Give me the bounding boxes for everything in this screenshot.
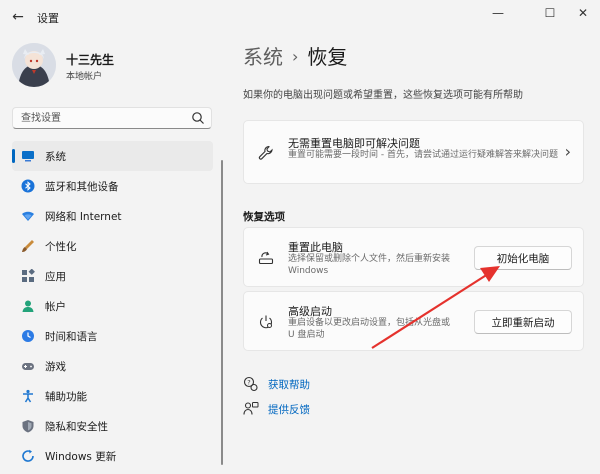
page-description: 如果你的电脑出现问题或希望重置，这些恢复选项可能有所帮助 <box>243 90 523 101</box>
gaming-icon <box>22 363 34 370</box>
sidebar-item-label: 游戏 <box>45 361 66 373</box>
sidebar-item-label: Windows 更新 <box>45 451 117 463</box>
search-input[interactable] <box>13 108 188 128</box>
section-title-recovery-options: 恢复选项 <box>243 211 285 223</box>
sidebar-item-label: 蓝牙和其他设备 <box>45 181 119 193</box>
apps-icon <box>22 269 35 282</box>
troubleshoot-card[interactable]: 无需重置电脑即可解决问题 重置可能需要一段时间 - 首先，请尝试通过运行疑难解答… <box>243 120 584 184</box>
chevron-right-icon: › <box>564 142 571 161</box>
minimize-icon: — <box>492 6 504 20</box>
back-button[interactable]: ← <box>8 7 28 27</box>
sidebar-item-label: 辅助功能 <box>45 391 87 403</box>
sidebar-scrollbar[interactable] <box>221 160 223 465</box>
link-label: 提供反馈 <box>268 404 310 416</box>
page-title: 恢复 <box>307 45 348 69</box>
feedback-icon <box>243 402 259 415</box>
sidebar-item-label: 应用 <box>45 271 66 283</box>
account-type: 本地帐户 <box>66 72 103 82</box>
sidebar-item-accessibility[interactable]: 辅助功能 <box>12 381 213 411</box>
sidebar-item-label: 网络和 Internet <box>45 211 122 223</box>
sidebar-item-gaming[interactable]: 游戏 <box>12 351 213 381</box>
sidebar-item-privacy[interactable]: 隐私和安全性 <box>12 411 213 441</box>
chevron-right-icon: › <box>292 47 299 66</box>
search-icon[interactable] <box>191 111 205 125</box>
help-icon: ? <box>243 376 258 392</box>
troubleshoot-subtitle: 重置可能需要一段时间 - 首先，请尝试通过运行疑难解答来解决问题 <box>288 150 558 160</box>
active-indicator <box>12 149 15 163</box>
accessibility-icon <box>23 389 33 403</box>
back-arrow-icon: ← <box>12 9 24 25</box>
sidebar-item-bluetooth[interactable]: 蓝牙和其他设备 <box>12 171 213 201</box>
sidebar-item-label: 个性化 <box>45 241 77 253</box>
breadcrumb-parent[interactable]: 系统 <box>243 45 283 69</box>
close-button[interactable]: ✕ <box>572 4 594 22</box>
reset-pc-card: 重置此电脑 选择保留或删除个人文件，然后重新安装 Windows 初始化电脑 <box>243 227 584 287</box>
reset-pc-button[interactable]: 初始化电脑 <box>474 246 572 270</box>
advanced-startup-card: 高级启动 重启设备以更改启动设置，包括从光盘或 U 盘启动 立即重新启动 <box>243 291 584 351</box>
reset-pc-subtitle: 选择保留或删除个人文件，然后重新安装 Windows <box>288 254 451 276</box>
sidebar-item-label: 帐户 <box>45 301 66 313</box>
title-bar: ← 设置 — ☐ ✕ <box>0 0 600 34</box>
avatar-image <box>12 43 56 87</box>
sidebar-nav: 系统 蓝牙和其他设备 网络和 Internet 个性化 应用 帐户 时间和语言 … <box>12 141 213 471</box>
personalization-icon <box>22 240 34 252</box>
avatar[interactable] <box>12 43 56 87</box>
system-icon <box>22 151 34 162</box>
advanced-startup-subtitle: 重启设备以更改启动设置，包括从光盘或 U 盘启动 <box>288 318 451 340</box>
sidebar-item-windows-update[interactable]: Windows 更新 <box>12 441 213 471</box>
maximize-icon: ☐ <box>544 6 556 20</box>
advanced-startup-icon <box>260 315 272 329</box>
sidebar-item-personalization[interactable]: 个性化 <box>12 231 213 261</box>
wrench-icon <box>258 145 273 160</box>
user-name: 十三先生 <box>66 53 115 67</box>
bluetooth-icon <box>21 179 35 193</box>
sidebar-item-label: 隐私和安全性 <box>45 421 108 433</box>
sidebar-item-accounts[interactable]: 帐户 <box>12 291 213 321</box>
sidebar-item-time-language[interactable]: 时间和语言 <box>12 321 213 351</box>
sidebar-item-system[interactable]: 系统 <box>12 141 213 171</box>
sidebar-item-label: 系统 <box>45 151 66 163</box>
time-language-icon <box>22 330 34 342</box>
sidebar-item-apps[interactable]: 应用 <box>12 261 213 291</box>
accounts-icon <box>22 300 34 312</box>
sidebar-item-network[interactable]: 网络和 Internet <box>12 201 213 231</box>
breadcrumb: 系统 › 恢复 <box>243 41 347 70</box>
close-icon: ✕ <box>577 6 589 20</box>
svg-text:?: ? <box>247 379 250 387</box>
search-box <box>12 107 212 129</box>
maximize-button[interactable]: ☐ <box>539 4 561 22</box>
privacy-icon <box>22 420 34 433</box>
restart-now-button[interactable]: 立即重新启动 <box>474 310 572 334</box>
windows-update-icon <box>22 449 34 462</box>
network-icon <box>22 211 34 221</box>
window-title: 设置 <box>37 12 59 25</box>
minimize-button[interactable]: — <box>487 4 509 22</box>
sidebar-item-label: 时间和语言 <box>45 331 98 343</box>
reset-pc-icon <box>258 251 274 265</box>
link-label: 获取帮助 <box>268 379 310 391</box>
